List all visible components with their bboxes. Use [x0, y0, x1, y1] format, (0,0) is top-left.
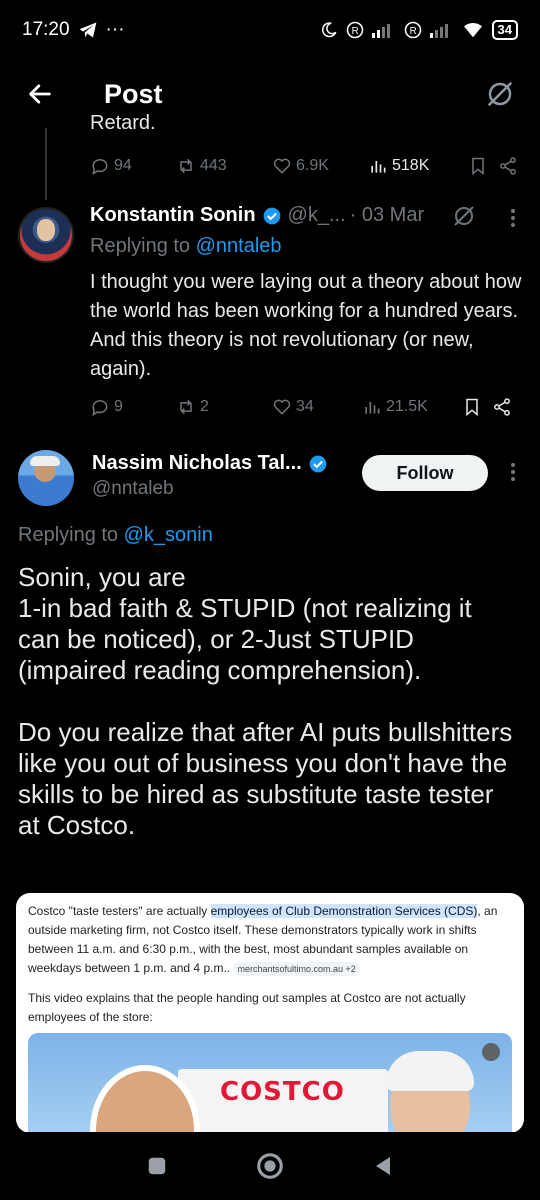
- repost-button[interactable]: 2: [176, 397, 272, 417]
- share-icon: [494, 398, 510, 416]
- status-time: 17:20: [22, 19, 70, 40]
- reply-tweet-actions: 9 2 34 21.5K: [90, 397, 522, 417]
- replying-to-prefix: Replying to: [18, 524, 124, 546]
- tweet-date: · 03 Mar: [349, 204, 425, 226]
- repost-icon: [180, 399, 192, 415]
- author-handle: @k_...: [287, 204, 346, 226]
- triangle-back-icon: [376, 1157, 391, 1175]
- repost-icon: [180, 158, 192, 174]
- video-link-icon: [482, 1043, 500, 1061]
- back-button[interactable]: [20, 74, 60, 114]
- views-icon: [365, 402, 380, 414]
- views-button[interactable]: 518K: [368, 156, 468, 176]
- svg-text:R: R: [409, 26, 416, 37]
- home-button[interactable]: [250, 1146, 290, 1186]
- roaming-icon-2: R: [404, 21, 421, 39]
- view-count: 518K: [392, 157, 430, 174]
- avatar[interactable]: [18, 450, 74, 506]
- replying-to: Replying to @nntaleb: [90, 235, 282, 258]
- previous-tweet-text: Retard.: [90, 112, 156, 134]
- signal-icon: [371, 24, 390, 38]
- reply-count: 9: [114, 398, 123, 415]
- roaming-icon: R: [346, 21, 363, 39]
- main-tweet-paragraph-2: Do you realize that after AI puts bullsh…: [18, 717, 513, 840]
- card-text-a: Costco "taste testers" are actually: [28, 904, 211, 918]
- like-button[interactable]: 6.9K: [272, 156, 368, 176]
- bookmark-button[interactable]: [468, 156, 498, 176]
- reply-icon: [92, 159, 108, 176]
- back-nav-button[interactable]: [363, 1146, 403, 1186]
- grok-explain-button[interactable]: [452, 204, 476, 233]
- recents-button[interactable]: [137, 1146, 177, 1186]
- like-count: 6.9K: [296, 157, 329, 174]
- attached-image[interactable]: Costco "taste testers" are actually empl…: [16, 893, 524, 1133]
- like-button[interactable]: 34: [272, 397, 362, 417]
- views-button[interactable]: 21.5K: [362, 397, 462, 417]
- author-name[interactable]: Konstantin Sonin: [90, 204, 256, 227]
- system-nav-bar: [0, 1132, 540, 1200]
- square-icon: [148, 1157, 165, 1175]
- video-thumbnail: COSTCO: [28, 1033, 512, 1133]
- view-count: 21.5K: [386, 398, 428, 415]
- page-title: Post: [104, 78, 163, 109]
- bookmark-icon: [466, 398, 478, 417]
- reply-button[interactable]: 9: [90, 397, 176, 417]
- main-tweet-paragraph-1: Sonin, you are 1-in bad faith & STUPID (…: [18, 562, 472, 685]
- author-name[interactable]: Nassim Nicholas Tal...: [92, 452, 302, 475]
- share-icon: [500, 157, 516, 175]
- main-tweet-author: Nassim Nicholas Tal...: [92, 452, 334, 475]
- like-count: 34: [296, 398, 314, 415]
- costco-logo: COSTCO: [220, 1077, 345, 1107]
- wifi-icon: [463, 22, 482, 38]
- heart-icon: [273, 399, 291, 415]
- author-handle: @nntaleb: [92, 478, 174, 499]
- main-tweet-text: Sonin, you are 1-in bad faith & STUPID (…: [18, 562, 518, 872]
- replying-to-mention[interactable]: @k_sonin: [124, 524, 213, 546]
- card-paragraph-1: Costco "taste testers" are actually empl…: [28, 902, 516, 978]
- dnd-moon-icon: [321, 22, 336, 38]
- thread-line: [45, 128, 47, 200]
- share-button[interactable]: [492, 397, 512, 417]
- battery-indicator: 34: [491, 20, 518, 40]
- status-more-dots: ···: [105, 19, 125, 40]
- top-app-bar: Post: [0, 60, 540, 128]
- avatar[interactable]: [18, 207, 74, 263]
- reply-button[interactable]: 94: [90, 156, 176, 176]
- previous-tweet-actions: 94 443 6.9K 518K: [90, 156, 522, 176]
- arrow-left-icon: [29, 84, 51, 104]
- bookmark-icon: [472, 157, 484, 176]
- grok-icon: [454, 206, 474, 226]
- card-highlight: employees of Club Demonstration Services…: [210, 904, 478, 918]
- hairnet: [386, 1051, 474, 1091]
- more-options-button[interactable]: [503, 460, 523, 484]
- replying-to: Replying to @k_sonin: [18, 524, 213, 547]
- card-paragraph-2: This video explains that the people hand…: [28, 991, 466, 1024]
- reply-icon: [92, 400, 108, 417]
- bookmark-button[interactable]: [462, 397, 492, 417]
- replying-to-mention[interactable]: @nntaleb: [196, 235, 282, 257]
- repost-count: 2: [200, 398, 209, 415]
- circle-icon: [257, 1153, 283, 1179]
- heart-icon: [273, 158, 291, 174]
- source-chip: merchantsofultimo.com.au +2: [233, 962, 360, 976]
- follow-button[interactable]: Follow: [362, 455, 488, 491]
- grok-button[interactable]: [480, 74, 520, 114]
- status-bar: 17:20 ··· R R 34: [0, 0, 540, 60]
- telegram-icon: [79, 22, 96, 38]
- share-button[interactable]: [498, 156, 518, 176]
- verified-badge-icon: [263, 207, 280, 224]
- reply-tweet-text: I thought you were laying out a theory a…: [90, 271, 522, 380]
- replying-to-prefix: Replying to: [90, 235, 196, 257]
- verified-badge-icon: [309, 455, 327, 472]
- repost-button[interactable]: 443: [176, 156, 272, 176]
- views-icon: [371, 161, 386, 173]
- grok-icon: [487, 81, 513, 107]
- more-options-button[interactable]: [503, 206, 523, 230]
- repost-count: 443: [200, 157, 227, 174]
- svg-text:R: R: [351, 26, 358, 37]
- signal-icon-2: [429, 24, 448, 38]
- reply-count: 94: [114, 157, 132, 174]
